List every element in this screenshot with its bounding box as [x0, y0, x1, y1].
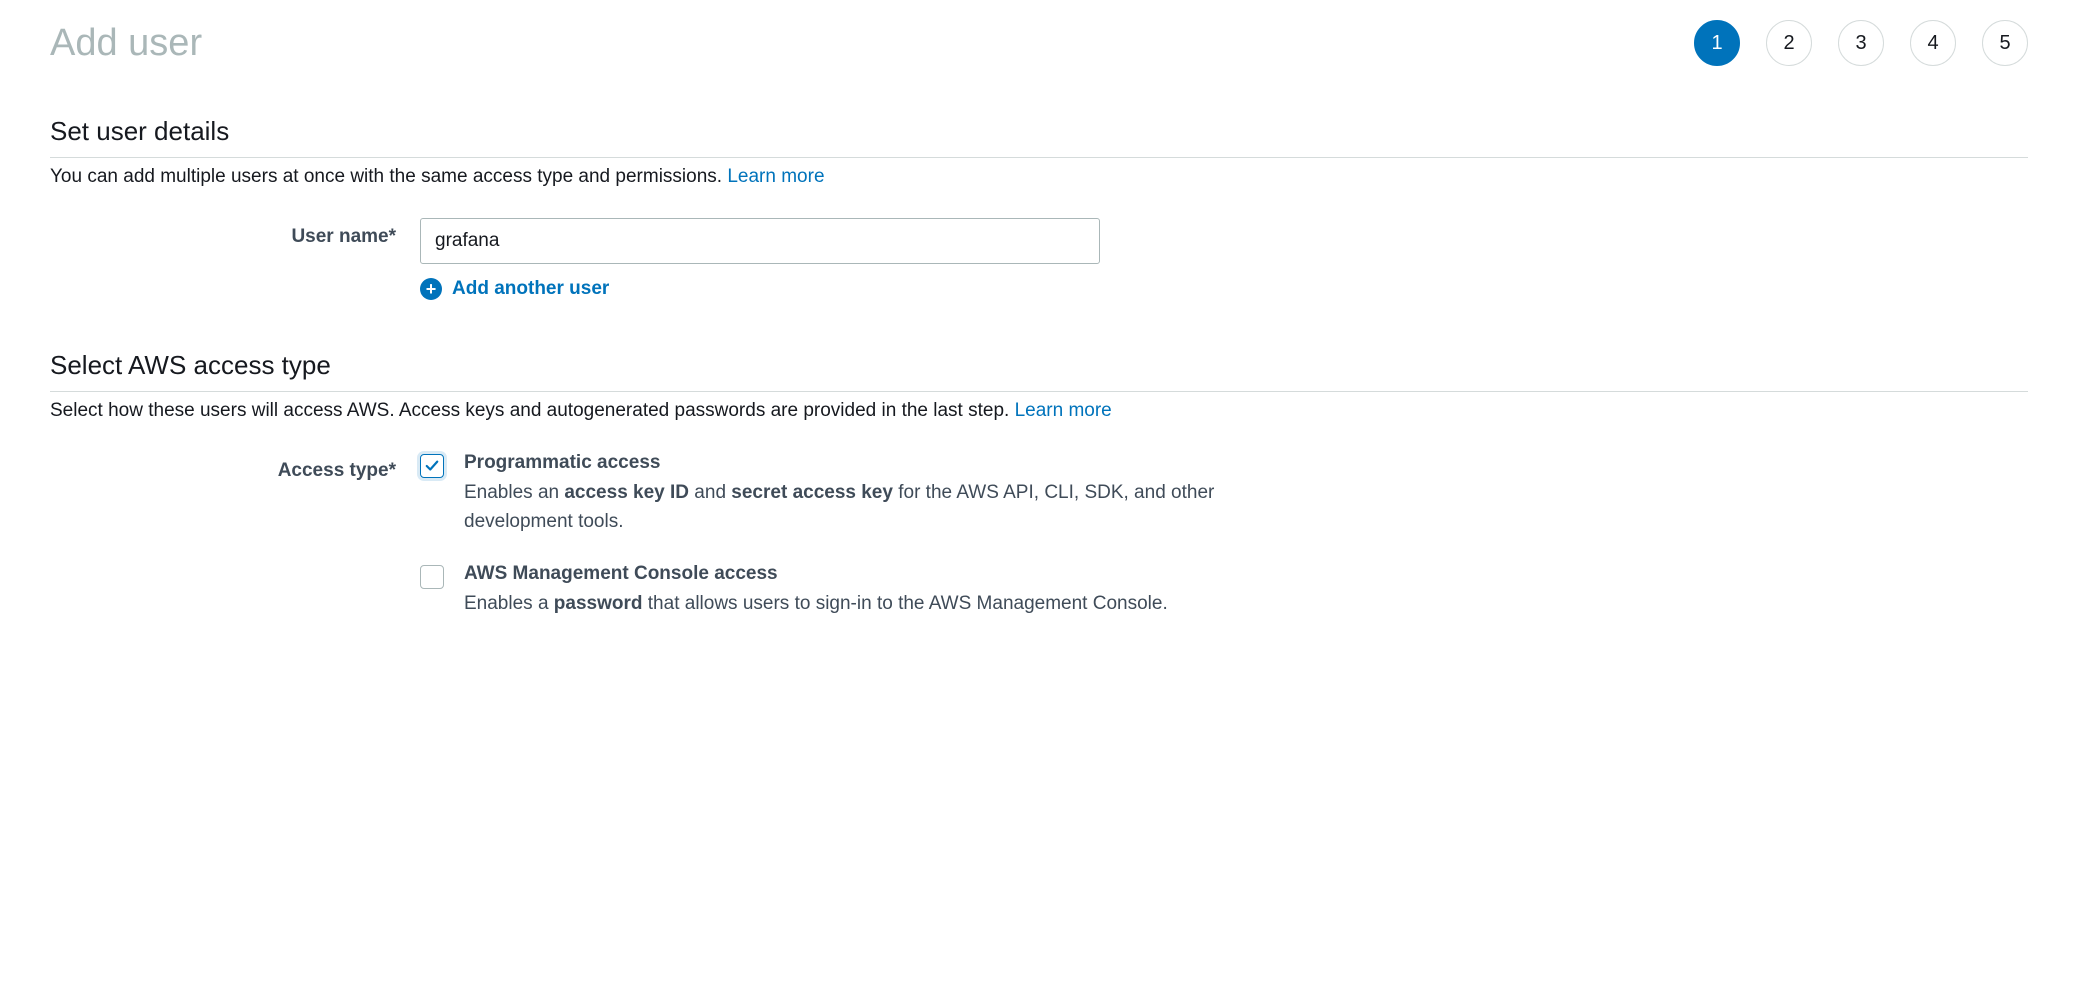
select-access-type-heading: Select AWS access type: [50, 350, 2028, 392]
set-user-details-heading: Set user details: [50, 116, 2028, 158]
console-access-title: AWS Management Console access: [464, 563, 1168, 585]
set-user-details-section: Set user details You can add multiple us…: [50, 116, 2028, 300]
select-access-type-section: Select AWS access type Select how these …: [50, 350, 2028, 644]
programmatic-access-title: Programmatic access: [464, 452, 1264, 474]
learn-more-link-user-details[interactable]: Learn more: [727, 166, 824, 187]
plus-circle-icon: +: [420, 278, 442, 300]
console-access-checkbox[interactable]: [420, 565, 444, 589]
user-name-label: User name*: [50, 218, 420, 248]
page-title: Add user: [50, 22, 202, 65]
access-option-console: AWS Management Console access Enables a …: [420, 563, 2028, 618]
step-2[interactable]: 2: [1766, 20, 1812, 66]
desc-text: Select how these users will access AWS. …: [50, 400, 1015, 421]
step-3[interactable]: 3: [1838, 20, 1884, 66]
step-4[interactable]: 4: [1910, 20, 1956, 66]
access-type-label: Access type*: [50, 452, 420, 482]
access-option-programmatic: Programmatic access Enables an access ke…: [420, 452, 2028, 537]
programmatic-access-desc: Enables an access key ID and secret acce…: [464, 478, 1264, 537]
step-5[interactable]: 5: [1982, 20, 2028, 66]
step-indicator: 1 2 3 4 5: [1694, 20, 2028, 66]
add-another-user-button[interactable]: + Add another user: [420, 278, 2028, 300]
user-name-input[interactable]: [420, 218, 1100, 264]
set-user-details-desc: You can add multiple users at once with …: [50, 166, 2028, 188]
check-icon: [425, 459, 439, 473]
step-1[interactable]: 1: [1694, 20, 1740, 66]
desc-text: You can add multiple users at once with …: [50, 166, 727, 187]
select-access-type-desc: Select how these users will access AWS. …: [50, 400, 2028, 422]
programmatic-access-checkbox[interactable]: [420, 454, 444, 478]
learn-more-link-access-type[interactable]: Learn more: [1015, 400, 1112, 421]
add-another-user-label: Add another user: [452, 278, 609, 300]
console-access-desc: Enables a password that allows users to …: [464, 589, 1168, 618]
